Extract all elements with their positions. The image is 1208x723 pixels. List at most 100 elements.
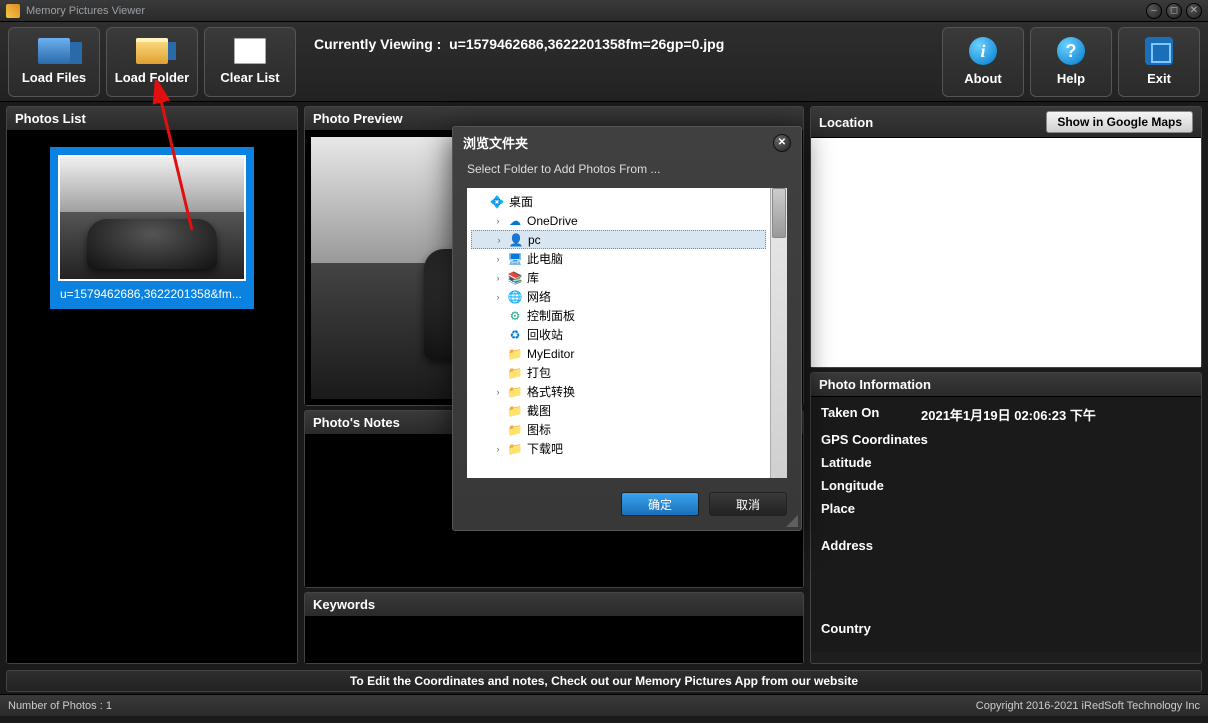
folder-icon: 📁 xyxy=(507,423,523,437)
expander-icon[interactable]: › xyxy=(493,273,503,283)
tree-node-label: 网络 xyxy=(527,288,551,305)
photo-thumbnail[interactable]: u=1579462686,3622201358&fm... xyxy=(50,147,254,309)
tree-node-label: 控制面板 xyxy=(527,307,575,324)
currently-viewing: Currently Viewing : u=1579462686,3622201… xyxy=(302,36,936,52)
clear-list-button[interactable]: Clear List xyxy=(204,27,296,97)
keywords-panel: Keywords xyxy=(304,592,804,664)
photos-list-title: Photos List xyxy=(7,107,297,131)
app-icon xyxy=(6,4,20,18)
tree-node-label: OneDrive xyxy=(527,214,578,228)
folder-icon: ⚙ xyxy=(507,309,523,323)
expander-icon[interactable]: › xyxy=(493,292,503,302)
tree-node[interactable]: 📁 图标 xyxy=(471,420,766,439)
country-label: Country xyxy=(821,621,1191,636)
folder-icon: ☁ xyxy=(507,214,523,228)
photo-count-label: Number of Photos : 1 xyxy=(8,700,112,712)
dialog-title: 浏览文件夹 xyxy=(463,133,528,152)
about-label: About xyxy=(964,71,1002,86)
tree-node[interactable]: 📁 打包 xyxy=(471,363,766,382)
folder-icon: 📁 xyxy=(507,385,523,399)
expander-icon[interactable]: › xyxy=(494,235,504,245)
folder-icon: ♻ xyxy=(507,328,523,342)
tree-node[interactable]: › 🌐 网络 xyxy=(471,287,766,306)
load-folder-button[interactable]: Load Folder xyxy=(106,27,198,97)
tree-node[interactable]: 💠桌面 xyxy=(471,192,766,211)
keywords-body[interactable] xyxy=(305,617,803,663)
expander-icon[interactable]: › xyxy=(493,444,503,454)
tree-node-label: 图标 xyxy=(527,421,551,438)
app-title: Memory Pictures Viewer xyxy=(26,5,1146,17)
browse-folder-dialog: 浏览文件夹 ✕ Select Folder to Add Photos From… xyxy=(452,126,802,531)
keywords-title: Keywords xyxy=(305,593,803,617)
tree-node[interactable]: 📁截图 xyxy=(471,401,766,420)
tree-node[interactable]: ›🖥此电脑 xyxy=(471,249,766,268)
dialog-cancel-button[interactable]: 取消 xyxy=(709,492,787,516)
latitude-label: Latitude xyxy=(821,455,1191,470)
folder-icon: 📁 xyxy=(507,404,523,418)
folder-tree: 💠桌面›☁OneDrive›👤pc›🖥此电脑›📚库›🌐网络⚙控制面板♻回收站📁M… xyxy=(467,188,787,478)
taken-on-label: Taken On xyxy=(821,405,921,424)
load-folder-label: Load Folder xyxy=(115,70,189,85)
gps-coordinates-label: GPS Coordinates xyxy=(821,432,1191,447)
folder-icon: 🌐 xyxy=(507,290,523,304)
tree-node[interactable]: › 📁 下载吧 xyxy=(471,439,766,458)
tree-node[interactable]: 📁 MyEditor xyxy=(471,344,766,363)
exit-icon xyxy=(1145,37,1173,65)
bottom-message: To Edit the Coordinates and notes, Check… xyxy=(6,670,1202,692)
dialog-ok-button[interactable]: 确定 xyxy=(621,492,699,516)
thumbnail-label: u=1579462686,3622201358&fm... xyxy=(58,281,246,301)
clear-list-label: Clear List xyxy=(220,70,279,85)
tree-node-label: 库 xyxy=(527,269,539,286)
map-area[interactable] xyxy=(811,138,1201,367)
location-panel: Location Show in Google Maps xyxy=(810,106,1202,368)
tree-node-label: 格式转换 xyxy=(527,383,575,400)
photos-list-body[interactable]: u=1579462686,3622201358&fm... xyxy=(7,131,297,663)
photo-information-body: Taken On2021年1月19日 02:06:23 下午 GPS Coord… xyxy=(811,397,1201,652)
tree-node[interactable]: › 📚 库 xyxy=(471,268,766,287)
folder-icon: 📁 xyxy=(507,366,523,380)
dialog-close-button[interactable]: ✕ xyxy=(773,134,791,152)
show-in-google-maps-button[interactable]: Show in Google Maps xyxy=(1046,111,1193,133)
folder-icon: 📁 xyxy=(507,347,523,361)
folder-icon: 👤 xyxy=(508,233,524,247)
address-label: Address xyxy=(821,538,1191,553)
titlebar: Memory Pictures Viewer – ◻ ✕ xyxy=(0,0,1208,22)
tree-node-label: MyEditor xyxy=(527,347,574,361)
folder-icon: 📁 xyxy=(507,442,523,456)
exit-button[interactable]: Exit xyxy=(1118,27,1200,97)
photo-information-title: Photo Information xyxy=(811,373,1201,397)
copyright: Copyright 2016-2021 iRedSoft Technology … xyxy=(976,700,1200,712)
folder-icon xyxy=(136,38,168,64)
folder-tree-body[interactable]: 💠桌面›☁OneDrive›👤pc›🖥此电脑›📚库›🌐网络⚙控制面板♻回收站📁M… xyxy=(467,188,770,478)
tree-node-label: 回收站 xyxy=(527,326,563,343)
tree-node-label: 桌面 xyxy=(509,193,533,210)
tree-node-label: 下载吧 xyxy=(527,440,563,457)
tree-node[interactable]: ›👤pc xyxy=(471,230,766,249)
help-label: Help xyxy=(1057,71,1085,86)
tree-scrollbar[interactable] xyxy=(770,188,787,478)
tree-node[interactable]: ⚙ 控制面板 xyxy=(471,306,766,325)
help-button[interactable]: ? Help xyxy=(1030,27,1112,97)
tree-node[interactable]: ♻ 回收站 xyxy=(471,325,766,344)
exit-label: Exit xyxy=(1147,71,1171,86)
thumbnail-image xyxy=(58,155,246,281)
minimize-button[interactable]: – xyxy=(1146,3,1162,19)
photo-information-panel: Photo Information Taken On2021年1月19日 02:… xyxy=(810,372,1202,664)
resize-grip[interactable] xyxy=(786,515,798,527)
maximize-button[interactable]: ◻ xyxy=(1166,3,1182,19)
page-icon xyxy=(234,38,266,64)
longitude-label: Longitude xyxy=(821,478,1191,493)
about-button[interactable]: i About xyxy=(942,27,1024,97)
close-button[interactable]: ✕ xyxy=(1186,3,1202,19)
expander-icon[interactable]: › xyxy=(493,216,503,226)
expander-icon[interactable]: › xyxy=(493,387,503,397)
tree-node[interactable]: › ☁ OneDrive xyxy=(471,211,766,230)
expander-icon[interactable]: › xyxy=(493,254,503,264)
photos-list-panel: Photos List u=1579462686,3622201358&fm..… xyxy=(6,106,298,664)
place-label: Place xyxy=(821,501,1191,516)
load-files-button[interactable]: Load Files xyxy=(8,27,100,97)
tree-node[interactable]: › 📁 格式转换 xyxy=(471,382,766,401)
folder-icon: 📚 xyxy=(507,271,523,285)
folder-icon: 🖥 xyxy=(507,252,523,266)
tree-node-label: 打包 xyxy=(527,364,551,381)
